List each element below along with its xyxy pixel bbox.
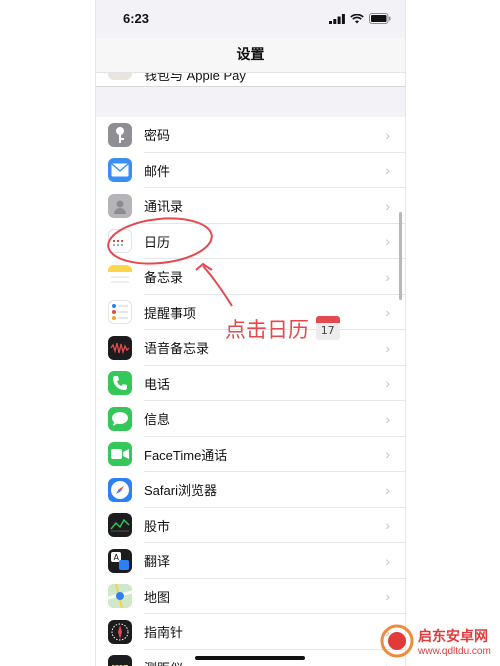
watermark-name: 启东安卓网 [418,627,488,644]
annotation-arrow [202,265,233,307]
nav-title-wrap: 设置 [96,38,405,70]
page-title: 设置 [236,46,265,62]
watermark-logo-icon [380,624,414,658]
calendar-emoji-icon: 17 [315,316,340,340]
annotation-circle [107,217,213,265]
watermark-url: www.qdltdu.com [418,645,491,657]
annotation-text: 点击日历 [225,318,309,342]
watermark: 启东安卓网 www.qdltdu.com [380,624,491,658]
calendar-emoji-day: 17 [320,324,335,337]
annotation-label: 点击日历 17 [225,314,340,344]
